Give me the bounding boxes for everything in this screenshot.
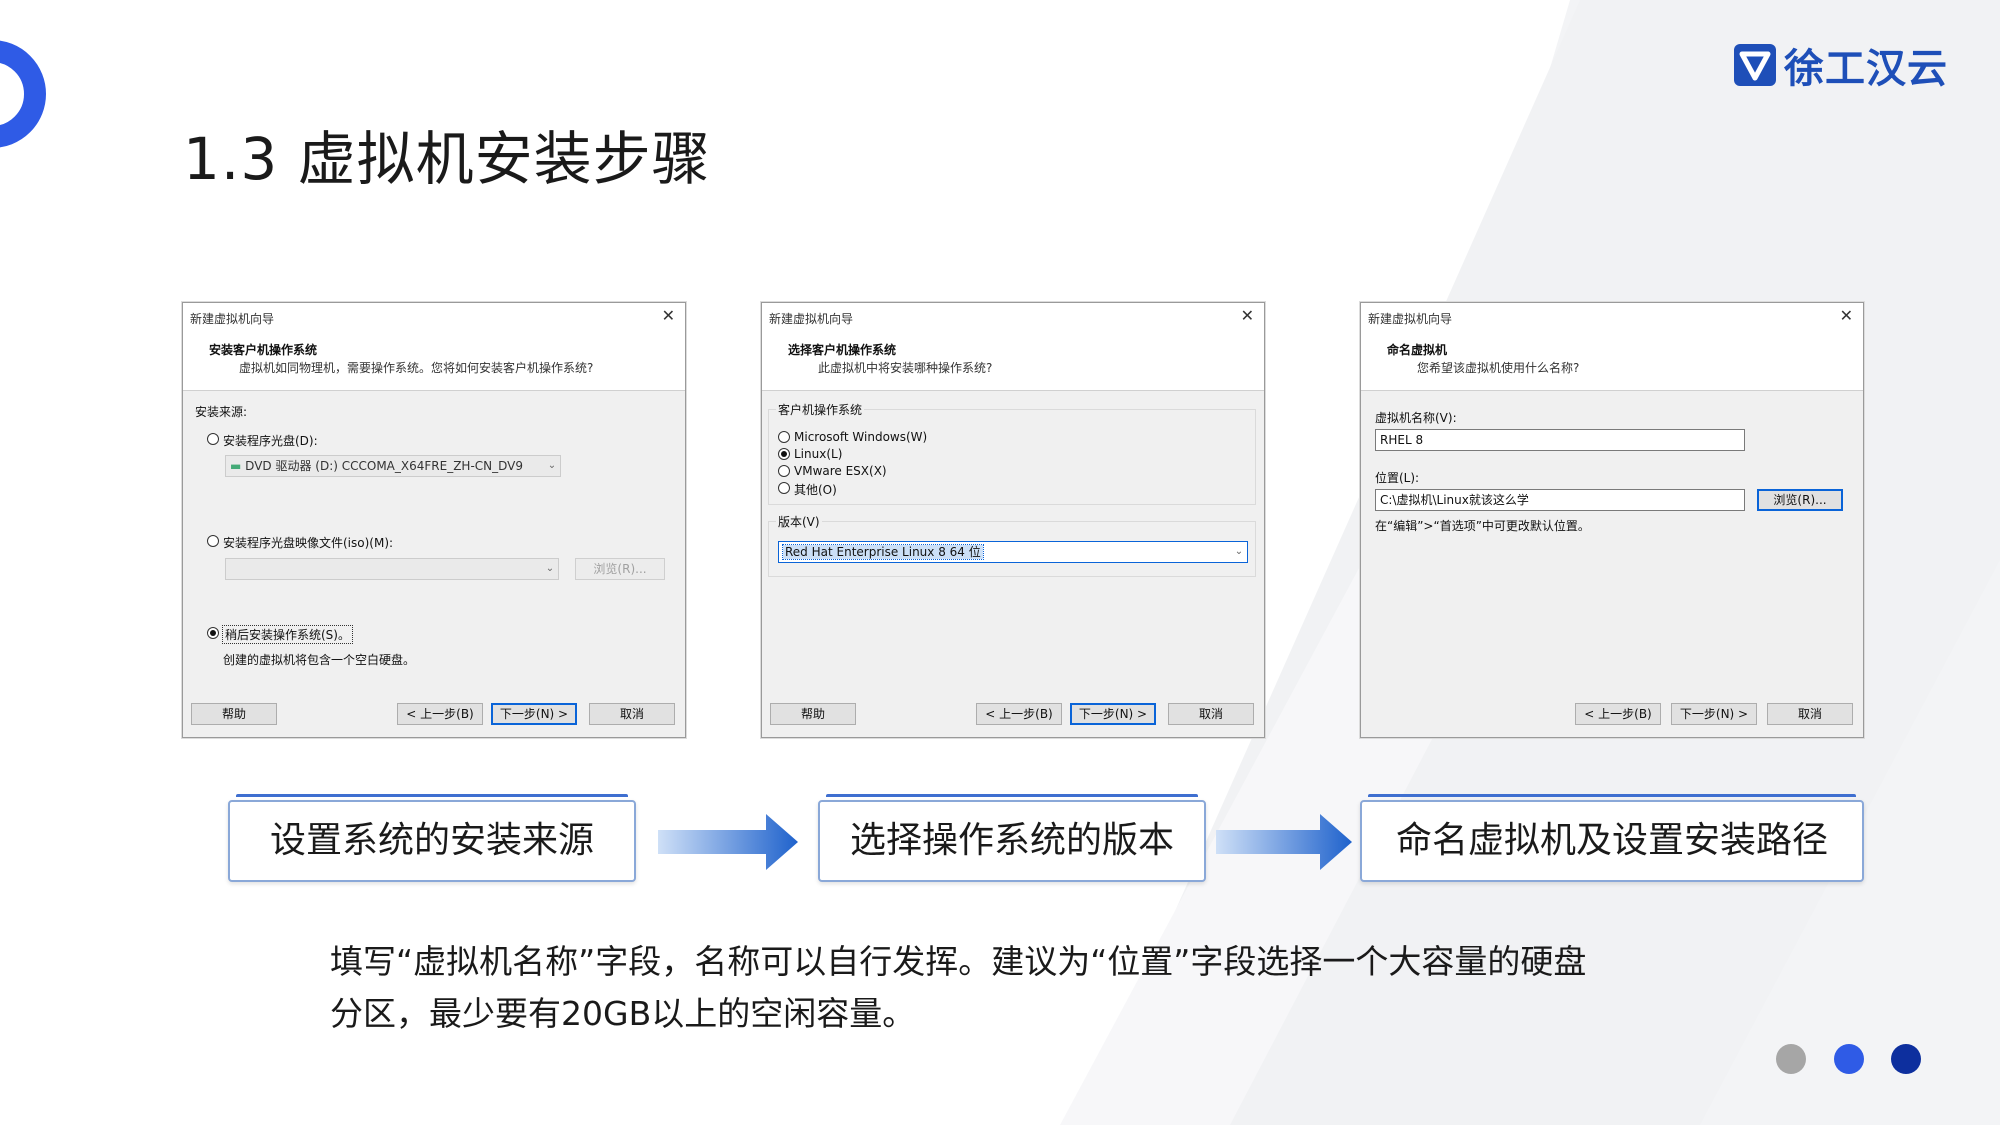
radio-iso[interactable] bbox=[207, 535, 219, 547]
radio-os-esx-label[interactable]: VMware ESX(X) bbox=[794, 464, 887, 478]
chevron-down-icon: ⌄ bbox=[545, 563, 555, 574]
page-dot-blue bbox=[1834, 1044, 1864, 1074]
disc-drive-select[interactable]: ▬ DVD 驱动器 (D:) CCCOMA_X64FRE_ZH-CN_DV9 ⌄ bbox=[225, 455, 561, 477]
location-hint: 在“编辑”>“首选项”中可更改默认位置。 bbox=[1375, 519, 1590, 533]
radio-os-windows-label[interactable]: Microsoft Windows(W) bbox=[794, 430, 927, 444]
dialog-header: 新建虚拟机向导 ✕ 安装客户机操作系统 虚拟机如同物理机，需要操作系统。您将如何… bbox=[183, 303, 685, 391]
cancel-button[interactable]: 取消 bbox=[589, 703, 675, 725]
description-line-1: 填写“虚拟机名称”字段，名称可以自行发挥。建议为“位置”字段选择一个大容量的硬盘 bbox=[330, 942, 1587, 981]
dialog-body: 虚拟机名称(V): RHEL 8 位置(L): C:\虚拟机\Linux就该这么… bbox=[1361, 391, 1863, 681]
dialog-heading: 选择客户机操作系统 bbox=[788, 343, 897, 357]
radio-install-later-label[interactable]: 稍后安装操作系统(S)。 bbox=[222, 625, 353, 644]
next-button[interactable]: 下一步(N) > bbox=[491, 703, 577, 725]
browse-button[interactable]: 浏览(R)... bbox=[575, 558, 665, 580]
chevron-down-icon: ⌄ bbox=[1234, 546, 1244, 557]
browse-button[interactable]: 浏览(R)... bbox=[1757, 489, 1843, 511]
cancel-button[interactable]: 取消 bbox=[1767, 703, 1853, 725]
radio-disc-label[interactable]: 安装程序光盘(D): bbox=[223, 432, 318, 449]
step-box-3: 命名虚拟机及设置安装路径 bbox=[1360, 794, 1864, 882]
logo-mark-icon bbox=[1734, 44, 1776, 86]
dialog-header: 新建虚拟机向导 ✕ 选择客户机操作系统 此虚拟机中将安装哪种操作系统? bbox=[762, 303, 1264, 391]
cancel-button[interactable]: 取消 bbox=[1168, 703, 1254, 725]
dialog-subheading: 您希望该虚拟机使用什么名称? bbox=[1417, 361, 1580, 375]
back-button[interactable]: < 上一步(B) bbox=[1575, 703, 1661, 725]
radio-disc[interactable] bbox=[207, 433, 219, 445]
radio-os-linux[interactable] bbox=[778, 448, 790, 460]
page-dot-navy bbox=[1891, 1044, 1921, 1074]
dialog-select-os: 新建虚拟机向导 ✕ 选择客户机操作系统 此虚拟机中将安装哪种操作系统? 客户机操… bbox=[761, 302, 1265, 738]
close-icon[interactable]: ✕ bbox=[662, 306, 675, 325]
page-title: 1.3 虚拟机安装步骤 bbox=[183, 125, 711, 193]
radio-os-windows[interactable] bbox=[778, 431, 790, 443]
radio-os-linux-label[interactable]: Linux(L) bbox=[794, 447, 842, 461]
step-arrow-icon bbox=[1216, 814, 1352, 870]
dialog-body: 安装来源: 安装程序光盘(D): ▬ DVD 驱动器 (D:) CCCOMA_X… bbox=[183, 391, 685, 681]
logo-text: 徐工汉云 bbox=[1784, 46, 1948, 92]
version-group-label: 版本(V) bbox=[776, 513, 822, 530]
dialog-subheading: 虚拟机如同物理机，需要操作系统。您将如何安装客户机操作系统? bbox=[239, 361, 594, 375]
help-button[interactable]: 帮助 bbox=[770, 703, 856, 725]
radio-install-later[interactable] bbox=[207, 627, 219, 639]
close-icon[interactable]: ✕ bbox=[1241, 306, 1254, 325]
radio-os-other[interactable] bbox=[778, 482, 790, 494]
version-select[interactable]: Red Hat Enterprise Linux 8 64 位 ⌄ bbox=[778, 541, 1248, 563]
source-label: 安装来源: bbox=[195, 405, 248, 419]
dialog-footer: 帮助 < 上一步(B) 下一步(N) > 取消 bbox=[183, 695, 685, 739]
dvd-drive-icon: ▬ bbox=[230, 459, 242, 473]
dialog-heading: 安装客户机操作系统 bbox=[209, 343, 318, 357]
location-input[interactable]: C:\虚拟机\Linux就该这么学 bbox=[1375, 489, 1745, 511]
dialog-footer: < 上一步(B) 下一步(N) > 取消 bbox=[1361, 695, 1863, 739]
window-title: 新建虚拟机向导 bbox=[769, 312, 854, 326]
dialog-body: 客户机操作系统 Microsoft Windows(W) Linux(L) VM… bbox=[762, 391, 1264, 681]
radio-os-other-label[interactable]: 其他(O) bbox=[794, 481, 837, 498]
dialog-name-vm: 新建虚拟机向导 ✕ 命名虚拟机 您希望该虚拟机使用什么名称? 虚拟机名称(V):… bbox=[1360, 302, 1864, 738]
help-button[interactable]: 帮助 bbox=[191, 703, 277, 725]
step-box-2: 选择操作系统的版本 bbox=[818, 794, 1206, 882]
back-button[interactable]: < 上一步(B) bbox=[397, 703, 483, 725]
chevron-down-icon: ⌄ bbox=[547, 460, 557, 471]
install-later-note: 创建的虚拟机将包含一个空白硬盘。 bbox=[223, 653, 416, 667]
next-button[interactable]: 下一步(N) > bbox=[1070, 703, 1156, 725]
vm-name-input[interactable]: RHEL 8 bbox=[1375, 429, 1745, 451]
company-logo: 徐工汉云 bbox=[1732, 36, 1948, 94]
dialog-heading: 命名虚拟机 bbox=[1387, 343, 1448, 357]
step-arrow-icon bbox=[658, 814, 798, 870]
window-title: 新建虚拟机向导 bbox=[1368, 312, 1453, 326]
window-title: 新建虚拟机向导 bbox=[190, 312, 275, 326]
location-label: 位置(L): bbox=[1375, 471, 1420, 485]
next-button[interactable]: 下一步(N) > bbox=[1671, 703, 1757, 725]
description-line-2: 分区，最少要有20GB以上的空闲容量。 bbox=[330, 994, 916, 1033]
version-value: Red Hat Enterprise Linux 8 64 位 bbox=[782, 544, 984, 560]
iso-path-select[interactable]: ⌄ bbox=[225, 558, 559, 580]
back-button[interactable]: < 上一步(B) bbox=[976, 703, 1062, 725]
dialog-install-source: 新建虚拟机向导 ✕ 安装客户机操作系统 虚拟机如同物理机，需要操作系统。您将如何… bbox=[182, 302, 686, 738]
description-text: 填写“虚拟机名称”字段，名称可以自行发挥。建议为“位置”字段选择一个大容量的硬盘… bbox=[330, 936, 1710, 1040]
radio-os-esx[interactable] bbox=[778, 465, 790, 477]
close-icon[interactable]: ✕ bbox=[1840, 306, 1853, 325]
radio-iso-label[interactable]: 安装程序光盘映像文件(iso)(M): bbox=[223, 534, 393, 551]
os-group-label: 客户机操作系统 bbox=[776, 401, 865, 418]
dialog-footer: 帮助 < 上一步(B) 下一步(N) > 取消 bbox=[762, 695, 1264, 739]
vm-name-label: 虚拟机名称(V): bbox=[1375, 411, 1457, 425]
dialog-header: 新建虚拟机向导 ✕ 命名虚拟机 您希望该虚拟机使用什么名称? bbox=[1361, 303, 1863, 391]
page-dot-gray bbox=[1776, 1044, 1806, 1074]
disc-drive-value: DVD 驱动器 (D:) CCCOMA_X64FRE_ZH-CN_DV9 bbox=[245, 459, 524, 473]
dialog-subheading: 此虚拟机中将安装哪种操作系统? bbox=[818, 361, 993, 375]
step-box-1: 设置系统的安装来源 bbox=[228, 794, 636, 882]
